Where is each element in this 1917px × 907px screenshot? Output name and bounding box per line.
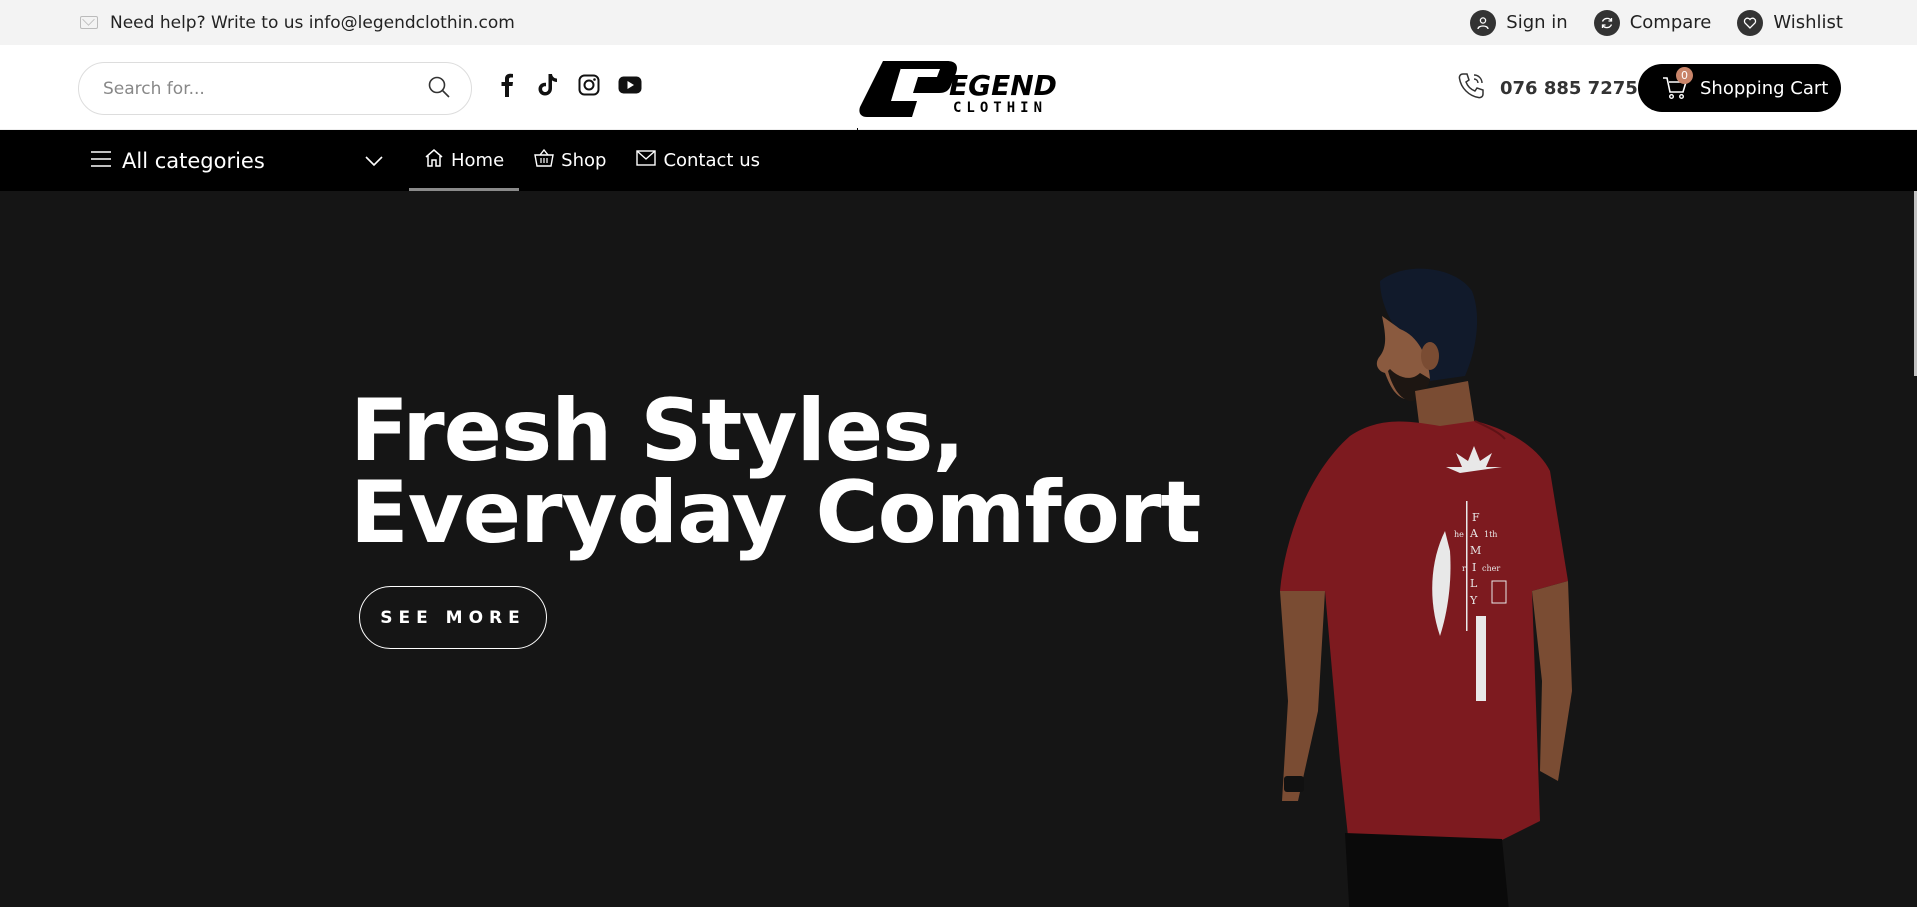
- shopping-cart-button[interactable]: 0 Shopping Cart: [1638, 64, 1841, 112]
- print-letter-4: 1th: [1484, 530, 1497, 539]
- brand-logo[interactable]: EGEND CLOTHIN: [855, 55, 1065, 123]
- phone-number: 076 885 7275: [1500, 78, 1638, 99]
- search-input[interactable]: [103, 78, 427, 99]
- instagram-icon[interactable]: [576, 72, 602, 98]
- print-letter-10: Y: [1469, 594, 1478, 607]
- nav-item-shop[interactable]: Shop: [519, 130, 621, 191]
- account-links: Sign in Compare Wishlist: [1470, 9, 1843, 36]
- sign-in-label: Sign in: [1506, 12, 1568, 33]
- youtube-icon[interactable]: [617, 72, 643, 98]
- phone-icon: [1456, 71, 1486, 106]
- home-icon: [424, 148, 444, 173]
- nav-home-label: Home: [451, 150, 505, 171]
- mail-icon: [636, 150, 657, 171]
- nav-item-home[interactable]: Home: [409, 130, 520, 191]
- sign-in-link[interactable]: Sign in: [1470, 9, 1568, 36]
- print-letter-5: M: [1470, 544, 1481, 557]
- nav-contact-label: Contact us: [663, 150, 760, 171]
- compare-link[interactable]: Compare: [1593, 9, 1712, 36]
- print-letter-7: I: [1472, 561, 1476, 574]
- refresh-icon: [1593, 9, 1620, 36]
- print-letter-1: F: [1472, 511, 1480, 524]
- search-box: [78, 62, 472, 115]
- print-letter-8: cher: [1482, 564, 1500, 573]
- all-categories-label: All categories: [122, 148, 265, 173]
- model-image: F he A 1th M r I cher L Y: [1280, 268, 1572, 907]
- basket-icon: [534, 148, 554, 173]
- search-icon[interactable]: [427, 75, 451, 103]
- social-links: [494, 72, 643, 98]
- hero-line-1: Fresh Styles,: [350, 381, 965, 481]
- user-icon: [1470, 9, 1497, 36]
- nav-shop-label: Shop: [561, 150, 607, 171]
- main-header: EGEND CLOTHIN 076 885 7275 0 Shopping Ca…: [0, 45, 1917, 170]
- chevron-down-icon[interactable]: [363, 150, 385, 176]
- help-contact: Need help? Write to us info@legendclothi…: [80, 13, 515, 33]
- tiktok-icon[interactable]: [535, 72, 561, 98]
- main-nav: All categories Home Shop Contact us: [0, 130, 1917, 191]
- wishlist-link[interactable]: Wishlist: [1737, 9, 1843, 36]
- mail-icon: [80, 16, 98, 29]
- logo-text-top: EGEND: [949, 69, 1057, 102]
- see-more-button[interactable]: SEE MORE: [359, 586, 547, 649]
- hero-heading: Fresh Styles, Everyday Comfort: [350, 381, 1201, 563]
- print-letter-6: r: [1462, 564, 1466, 573]
- cart-label: Shopping Cart: [1700, 77, 1829, 99]
- help-text[interactable]: Need help? Write to us info@legendclothi…: [110, 13, 515, 33]
- print-letter-9: L: [1470, 577, 1478, 590]
- facebook-icon[interactable]: [494, 72, 520, 98]
- heart-icon: [1737, 9, 1764, 36]
- print-letter-3: A: [1469, 527, 1479, 540]
- cart-count-badge: 0: [1676, 67, 1693, 84]
- cart-icon: 0: [1662, 67, 1693, 100]
- all-categories-button[interactable]: All categories: [90, 130, 265, 191]
- top-bar: Need help? Write to us info@legendclothi…: [0, 0, 1917, 45]
- hero-banner: Fresh Styles, Everyday Comfort SEE MORE …: [0, 191, 1917, 907]
- nav-item-contact[interactable]: Contact us: [621, 130, 775, 191]
- nav-menu: Home Shop Contact us: [409, 130, 775, 191]
- logo-text-bottom: CLOTHIN: [953, 100, 1047, 116]
- print-letter-2: he: [1454, 530, 1464, 539]
- phone-contact[interactable]: 076 885 7275: [1456, 71, 1638, 106]
- compare-label: Compare: [1629, 12, 1712, 33]
- menu-icon: [90, 149, 112, 173]
- wishlist-label: Wishlist: [1773, 12, 1843, 33]
- hero-line-2: Everyday Comfort: [350, 463, 1201, 563]
